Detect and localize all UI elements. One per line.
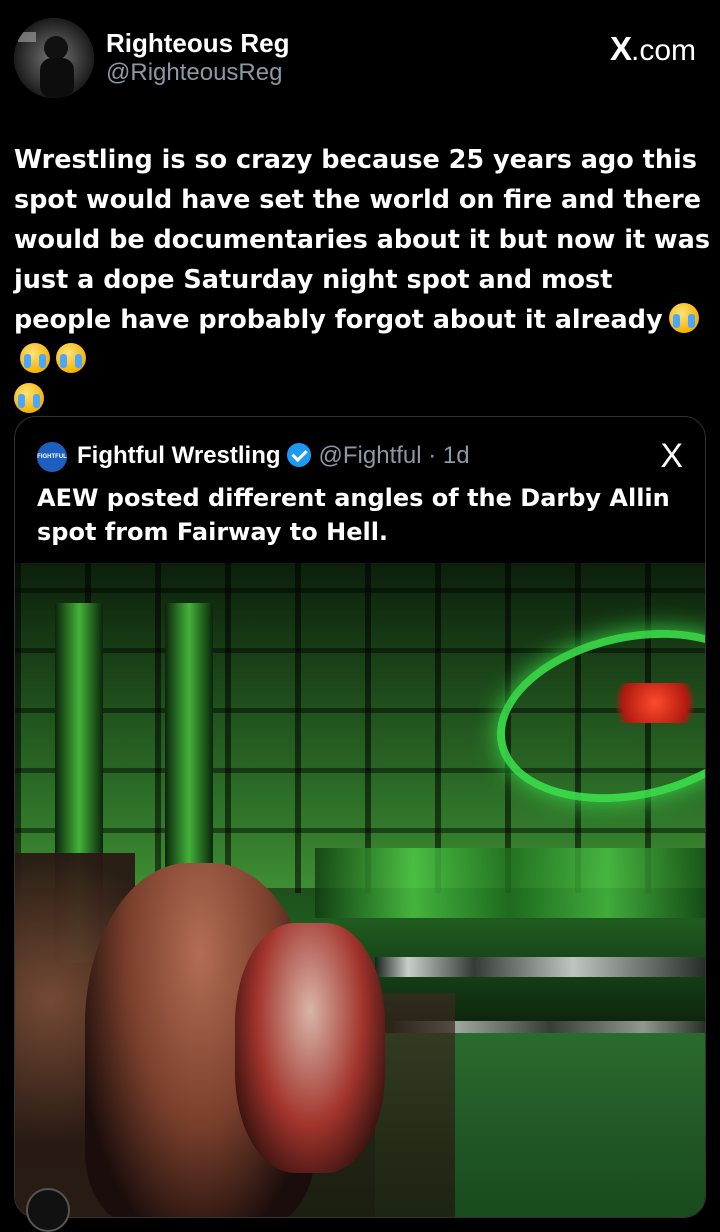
post-header: Righteous Reg @RighteousReg X.com bbox=[14, 18, 706, 98]
quoted-post-text: AEW posted different angles of the Darby… bbox=[37, 484, 670, 546]
site-label: com bbox=[639, 34, 696, 67]
author-info: Righteous Reg @RighteousReg bbox=[106, 28, 289, 88]
quoted-post-header: FIGHTFUL Fightful Wrestling @Fightful · 1… bbox=[37, 437, 687, 476]
post-body: Wrestling is so crazy because 25 years a… bbox=[14, 145, 710, 335]
fightful-logo-icon: FIGHTFUL bbox=[37, 442, 67, 472]
green-wall-lights bbox=[315, 848, 705, 918]
quoted-post[interactable]: FIGHTFUL Fightful Wrestling @Fightful · 1… bbox=[14, 416, 706, 1218]
wrestler bbox=[235, 923, 385, 1173]
quoted-author[interactable]: Fightful Wrestling @Fightful · 1d bbox=[77, 439, 470, 473]
avatar-image bbox=[14, 18, 94, 98]
next-post-avatar[interactable] bbox=[26, 1188, 70, 1232]
red-light-array bbox=[605, 683, 705, 723]
post-text: Wrestling is so crazy because 25 years a… bbox=[14, 140, 710, 420]
loudly-crying-face-icon bbox=[668, 303, 699, 333]
author-display-name[interactable]: Righteous Reg bbox=[106, 28, 289, 58]
verified-badge-icon bbox=[286, 443, 311, 467]
loudly-crying-face-icon bbox=[14, 383, 44, 413]
quoted-handle-time: @Fightful · 1d bbox=[318, 442, 470, 469]
quoted-display-name: Fightful Wrestling bbox=[77, 442, 281, 469]
x-logo-icon: X bbox=[609, 30, 632, 67]
x-com-link[interactable]: X.com bbox=[610, 30, 696, 68]
led-board bbox=[375, 957, 705, 977]
author-avatar[interactable] bbox=[14, 18, 94, 98]
loudly-crying-face-icon bbox=[56, 343, 86, 373]
video-thumbnail[interactable] bbox=[15, 563, 705, 1217]
x-logo-icon[interactable]: X bbox=[660, 437, 683, 476]
loudly-crying-face-icon bbox=[20, 343, 50, 373]
author-handle[interactable]: @RighteousReg bbox=[106, 58, 289, 88]
